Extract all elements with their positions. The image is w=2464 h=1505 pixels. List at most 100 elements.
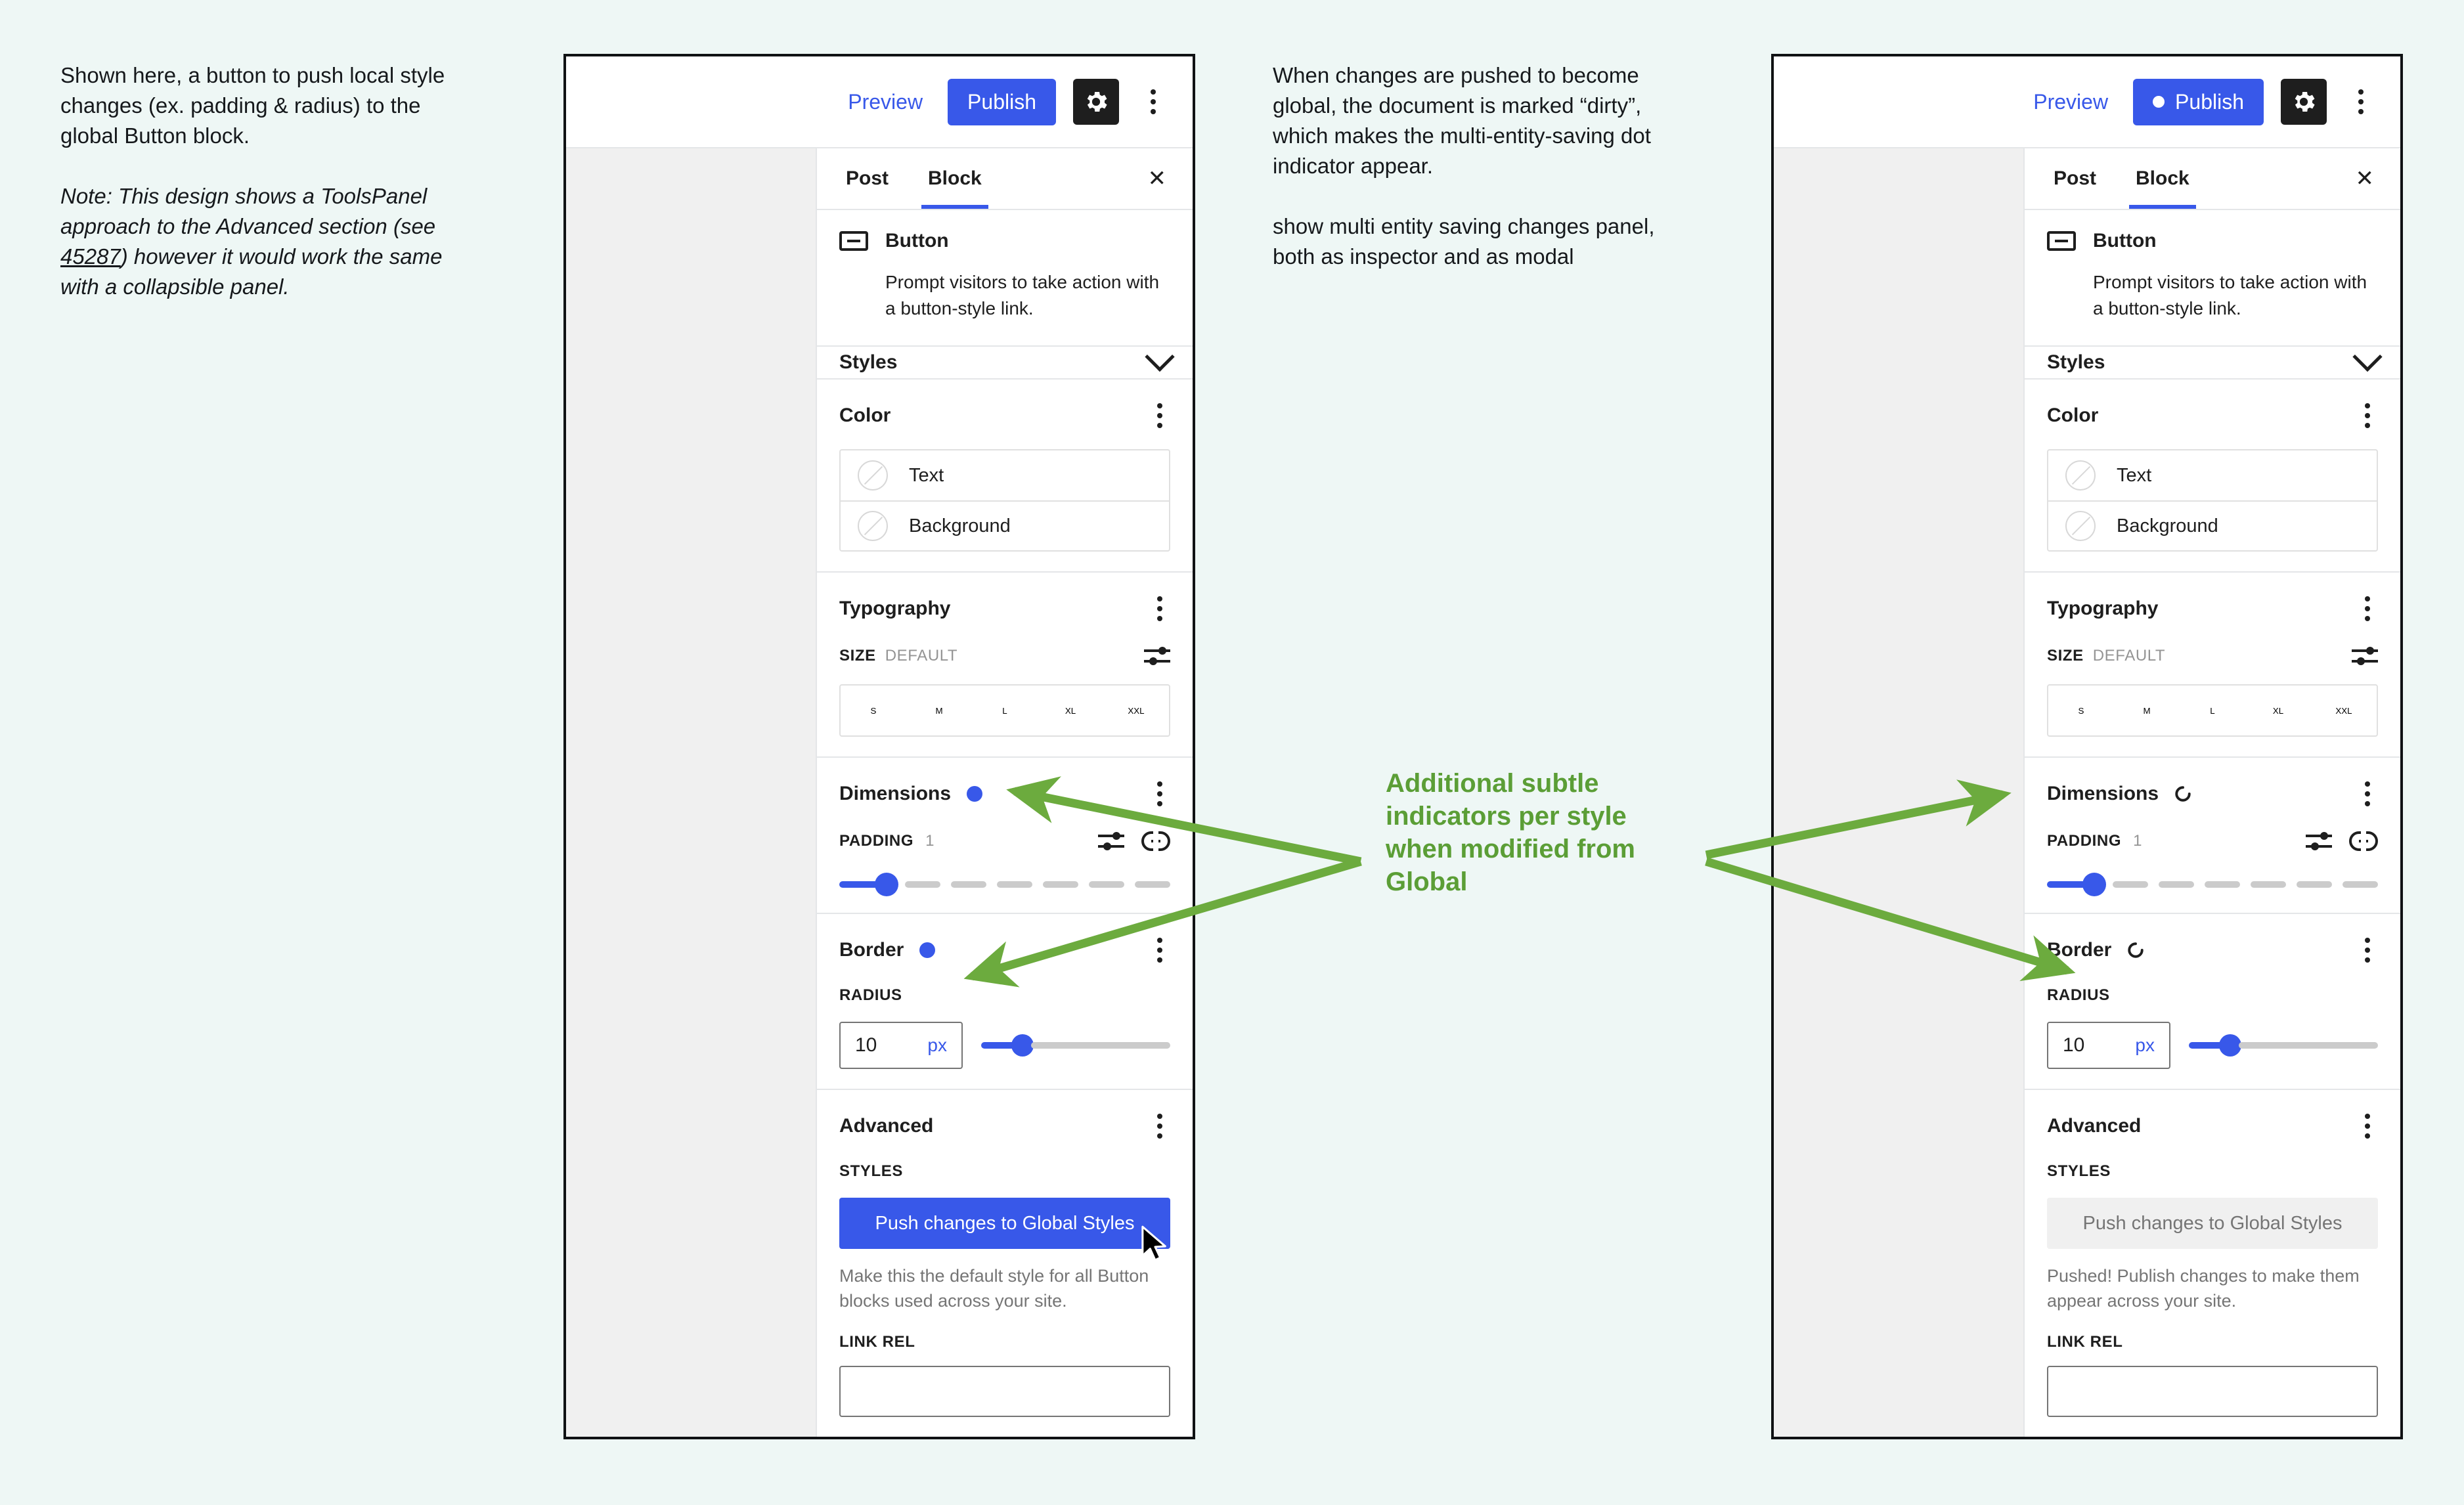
- link-rel-input[interactable]: [839, 1366, 1170, 1417]
- radius-slider[interactable]: [981, 1034, 1170, 1057]
- sliders-icon[interactable]: [1098, 830, 1124, 852]
- radius-input[interactable]: 10 px: [839, 1022, 963, 1069]
- radius-unit[interactable]: px: [2135, 1035, 2155, 1056]
- annotation-left-para1: Shown here, a button to push local style…: [60, 63, 445, 148]
- dimensions-options-kebab-icon[interactable]: [2357, 777, 2378, 810]
- sliders-icon[interactable]: [1144, 645, 1170, 667]
- color-row-background-label: Background: [909, 515, 1011, 536]
- color-row-text[interactable]: Text: [2048, 450, 2377, 500]
- annotation-left: Shown here, a button to push local style…: [60, 60, 481, 302]
- font-size-m[interactable]: M: [906, 686, 972, 735]
- font-size-xxl[interactable]: XXL: [2311, 686, 2377, 735]
- font-size-m[interactable]: M: [2114, 686, 2180, 735]
- chevron-down-icon: [1145, 341, 1175, 372]
- font-size-s[interactable]: S: [841, 686, 906, 735]
- publish-button[interactable]: Publish: [2133, 78, 2264, 125]
- link-rel-input[interactable]: [2047, 1366, 2378, 1417]
- color-options-kebab-icon[interactable]: [2357, 399, 2378, 432]
- color-row-background[interactable]: Background: [841, 500, 1169, 550]
- block-name: Button: [885, 230, 949, 251]
- font-size-xl[interactable]: XL: [1038, 686, 1103, 735]
- push-help-text: Pushed! Publish changes to make them app…: [2047, 1266, 2360, 1311]
- border-section: Border RADIUS 10 px: [2025, 914, 2400, 1090]
- radius-input-value: 10: [855, 1034, 877, 1056]
- block-summary-card: Button Prompt visitors to take action wi…: [2025, 210, 2400, 347]
- padding-slider[interactable]: [2047, 873, 2378, 896]
- radius-label: RADIUS: [2047, 986, 2110, 1004]
- typography-section: Typography SIZE DEFAULT S M L XL XXL: [817, 573, 1193, 758]
- editor-canvas: [1774, 148, 2025, 1437]
- radius-input-value: 10: [2063, 1034, 2085, 1056]
- dimensions-section: Dimensions PADDING 1: [2025, 758, 2400, 914]
- sliders-icon[interactable]: [2306, 830, 2332, 852]
- publish-button-label: Publish: [2175, 89, 2244, 114]
- link-sides-icon[interactable]: [1141, 831, 1170, 851]
- font-size-l[interactable]: L: [2180, 686, 2245, 735]
- advanced-options-kebab-icon[interactable]: [2357, 1110, 2378, 1143]
- font-size-xl[interactable]: XL: [2245, 686, 2311, 735]
- tab-post[interactable]: Post: [839, 148, 895, 209]
- radius-unit[interactable]: px: [927, 1035, 947, 1056]
- border-options-kebab-icon[interactable]: [2357, 934, 2378, 967]
- typography-section-title: Typography: [2047, 598, 2159, 619]
- dimensions-section: Dimensions PADDING 1: [817, 758, 1193, 914]
- tab-post[interactable]: Post: [2047, 148, 2103, 209]
- sliders-icon[interactable]: [2352, 645, 2378, 667]
- editor-header-right: Preview Publish: [1774, 56, 2400, 148]
- no-color-swatch-icon: [858, 511, 888, 541]
- color-section-title: Color: [839, 404, 891, 426]
- annotation-left-issue-link[interactable]: 45287: [60, 244, 121, 269]
- color-row-text[interactable]: Text: [841, 450, 1169, 500]
- advanced-options-kebab-icon[interactable]: [1149, 1110, 1170, 1143]
- modified-dot-indicator-icon: [919, 942, 936, 958]
- tab-block[interactable]: Block: [921, 148, 988, 209]
- color-option-list: Text Background: [2047, 449, 2378, 552]
- multi-entity-saving-dot-icon: [2153, 96, 2165, 108]
- no-color-swatch-icon: [2065, 460, 2096, 491]
- button-block-icon: [2047, 231, 2076, 251]
- dimensions-options-kebab-icon[interactable]: [1149, 777, 1170, 810]
- color-row-background[interactable]: Background: [2048, 500, 2377, 550]
- inspector-tabs-left: Post Block ✕: [817, 148, 1193, 210]
- styles-panel-label: Styles: [2047, 351, 2105, 373]
- screenshot-stage: Shown here, a button to push local style…: [0, 0, 2464, 1505]
- close-icon[interactable]: ✕: [1141, 164, 1174, 194]
- radius-slider[interactable]: [2189, 1034, 2378, 1057]
- color-options-kebab-icon[interactable]: [1149, 399, 1170, 432]
- styles-panel-header[interactable]: Styles: [2025, 341, 2400, 380]
- push-changes-to-global-styles-button[interactable]: Push changes to Global Styles: [839, 1198, 1170, 1249]
- editor-body-left: Post Block ✕ Button Prompt visitors to t…: [566, 148, 1193, 1437]
- reset-circle-indicator-icon: [2174, 785, 2191, 802]
- reset-circle-indicator-icon: [2127, 942, 2144, 959]
- inspector-sidebar-left: Post Block ✕ Button Prompt visitors to t…: [817, 148, 1193, 1437]
- padding-slider[interactable]: [839, 873, 1170, 896]
- publish-button[interactable]: Publish: [948, 78, 1056, 125]
- color-section-title: Color: [2047, 404, 2099, 426]
- push-changes-to-global-styles-button[interactable]: Push changes to Global Styles: [2047, 1198, 2378, 1249]
- font-size-s[interactable]: S: [2048, 686, 2114, 735]
- radius-input[interactable]: 10 px: [2047, 1022, 2170, 1069]
- gear-icon[interactable]: [1073, 79, 1119, 125]
- close-icon[interactable]: ✕: [2349, 164, 2381, 194]
- preview-button[interactable]: Preview: [840, 85, 931, 120]
- annotation-middle: When changes are pushed to become global…: [1273, 60, 1693, 272]
- kebab-menu-icon[interactable]: [1136, 79, 1170, 125]
- styles-panel-header[interactable]: Styles: [817, 341, 1193, 380]
- gear-icon[interactable]: [2281, 79, 2327, 125]
- editor-frame-before: Preview Publish Post Block ✕ Button Prom…: [563, 54, 1195, 1439]
- font-size-l[interactable]: L: [972, 686, 1038, 735]
- color-row-background-label: Background: [2117, 515, 2218, 536]
- padding-label: PADDING: [839, 832, 914, 850]
- font-size-xxl[interactable]: XXL: [1103, 686, 1169, 735]
- typography-options-kebab-icon[interactable]: [2357, 592, 2378, 625]
- typography-options-kebab-icon[interactable]: [1149, 592, 1170, 625]
- preview-button[interactable]: Preview: [2025, 85, 2116, 120]
- kebab-menu-icon[interactable]: [2344, 79, 2378, 125]
- size-value: DEFAULT: [885, 647, 958, 665]
- color-row-text-label: Text: [2117, 464, 2152, 486]
- chevron-down-icon: [2352, 341, 2383, 372]
- tab-block[interactable]: Block: [2129, 148, 2196, 209]
- link-sides-icon[interactable]: [2349, 831, 2378, 851]
- radius-label: RADIUS: [839, 986, 902, 1004]
- border-options-kebab-icon[interactable]: [1149, 934, 1170, 967]
